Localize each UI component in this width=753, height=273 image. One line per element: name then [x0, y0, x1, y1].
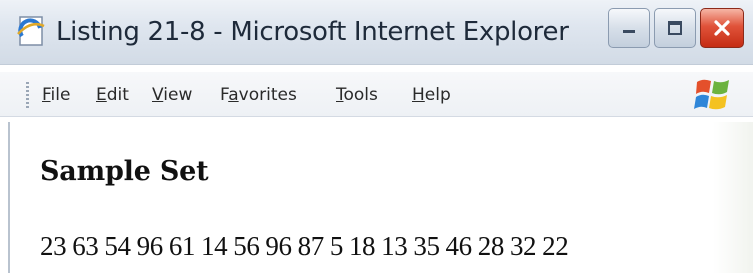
maximize-button[interactable] — [654, 8, 696, 48]
page-heading: Sample Set — [40, 156, 209, 187]
window-controls — [608, 8, 744, 50]
number-item: 14 — [201, 231, 228, 261]
number-item: 35 — [413, 231, 440, 261]
number-item: 54 — [104, 231, 131, 261]
menu-view[interactable]: View — [152, 76, 192, 114]
minimize-icon — [623, 30, 635, 33]
menu-tools[interactable]: Tools — [336, 76, 378, 114]
number-item: 46 — [445, 231, 473, 261]
number-item: 22 — [542, 231, 569, 261]
number-item: 18 — [348, 231, 376, 261]
menu-file-label: File — [42, 85, 71, 105]
menu-accelerator: V — [152, 85, 164, 105]
number-item: 23 — [40, 231, 67, 261]
menu-favorites-label: Favorites — [220, 85, 297, 105]
content-edge — [713, 122, 753, 273]
menu-accelerator: a — [228, 85, 239, 105]
browser-window: Listing 21-8 - Microsoft Internet Explor… — [0, 0, 753, 273]
window-title: Listing 21-8 - Microsoft Internet Explor… — [56, 17, 569, 47]
close-button[interactable] — [700, 8, 744, 48]
windows-logo-icon — [694, 79, 729, 110]
number-item: 28 — [477, 231, 505, 261]
number-item: 87 — [297, 231, 325, 261]
number-item: 96 — [265, 231, 292, 261]
menu-accelerator: F — [42, 85, 51, 105]
menu-favorites[interactable]: Favorites — [220, 76, 297, 114]
close-icon — [714, 20, 730, 36]
maximize-icon — [668, 21, 682, 35]
menu-file[interactable]: File — [42, 76, 70, 114]
number-item: 63 — [72, 231, 99, 261]
menu-edit[interactable]: Edit — [96, 76, 129, 114]
number-item: 5 — [329, 231, 344, 261]
number-item: 61 — [168, 231, 196, 261]
toolbar-grip[interactable] — [26, 82, 29, 108]
menu-accelerator: T — [336, 85, 344, 105]
number-item: 32 — [509, 231, 537, 261]
number-list: 23 63 54 96 61 14 56 96 87 5 18 13 35 46 28 32 22 — [40, 226, 574, 266]
ie-page-icon[interactable] — [14, 14, 48, 48]
menu-tools-label: Tools — [336, 85, 378, 105]
menu-edit-label: Edit — [96, 85, 129, 105]
menu-help[interactable]: Help — [412, 76, 451, 114]
menu-accelerator: E — [96, 85, 107, 105]
menu-view-label: View — [152, 85, 193, 105]
menu-accelerator: H — [412, 85, 425, 105]
number-item: 56 — [233, 231, 260, 261]
menu-help-label: Help — [412, 85, 451, 105]
number-item: 96 — [136, 231, 164, 261]
number-item: 13 — [381, 231, 408, 261]
minimize-button[interactable] — [608, 8, 650, 48]
